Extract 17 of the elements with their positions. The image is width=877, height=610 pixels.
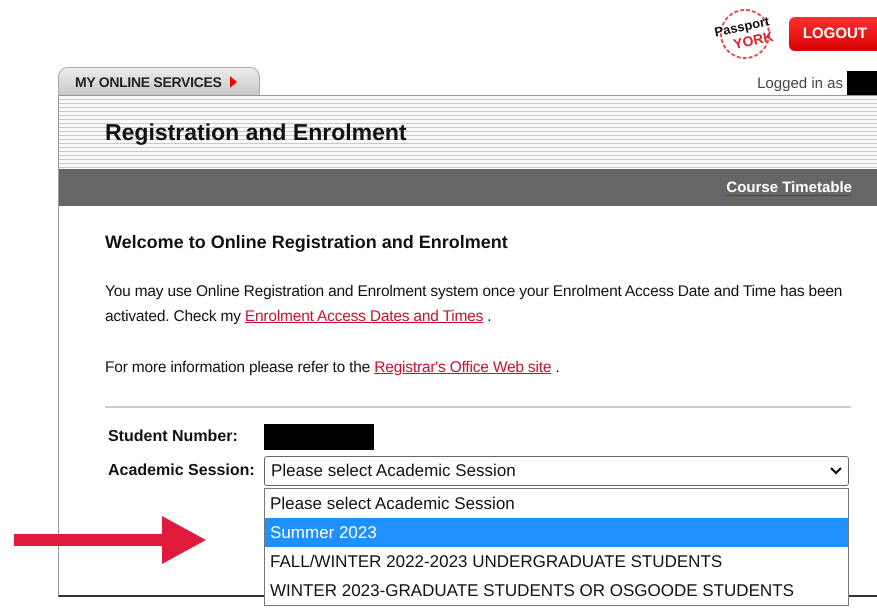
page-title: Registration and Enrolment xyxy=(105,119,407,146)
info-link[interactable]: Enrolment Access Dates and Times xyxy=(244,308,484,325)
welcome-heading: Welcome to Online Registration and Enrolment xyxy=(105,232,509,253)
student-number-label: Student Number: xyxy=(108,428,239,446)
my-online-services-tab[interactable]: MY ONLINE SERVICES xyxy=(58,67,260,95)
redacted-block xyxy=(847,71,877,95)
info-paragraph: For more information please refer to the Registrar's Office Web site . xyxy=(105,358,560,378)
info-link[interactable]: Registrar's Office Web site xyxy=(374,359,552,376)
info-paragraph: You may use Online Registration and Enrolment system once your Enrolment Access Date and Time has been activated. Check my Enrolment Access Dates and Times . xyxy=(105,282,844,327)
course-timetable-link[interactable]: Course Timetable xyxy=(726,179,852,196)
academic-session-label: Academic Session: xyxy=(108,462,256,480)
logged-in-label: Logged in as xyxy=(757,74,843,92)
logout-button[interactable]: LOGOUT xyxy=(788,16,877,50)
triangle-right-icon xyxy=(230,76,237,88)
academic-session-select[interactable]: Please select Academic Session xyxy=(264,456,849,486)
chevron-down-icon xyxy=(830,467,842,475)
arrow-icon xyxy=(14,516,206,564)
